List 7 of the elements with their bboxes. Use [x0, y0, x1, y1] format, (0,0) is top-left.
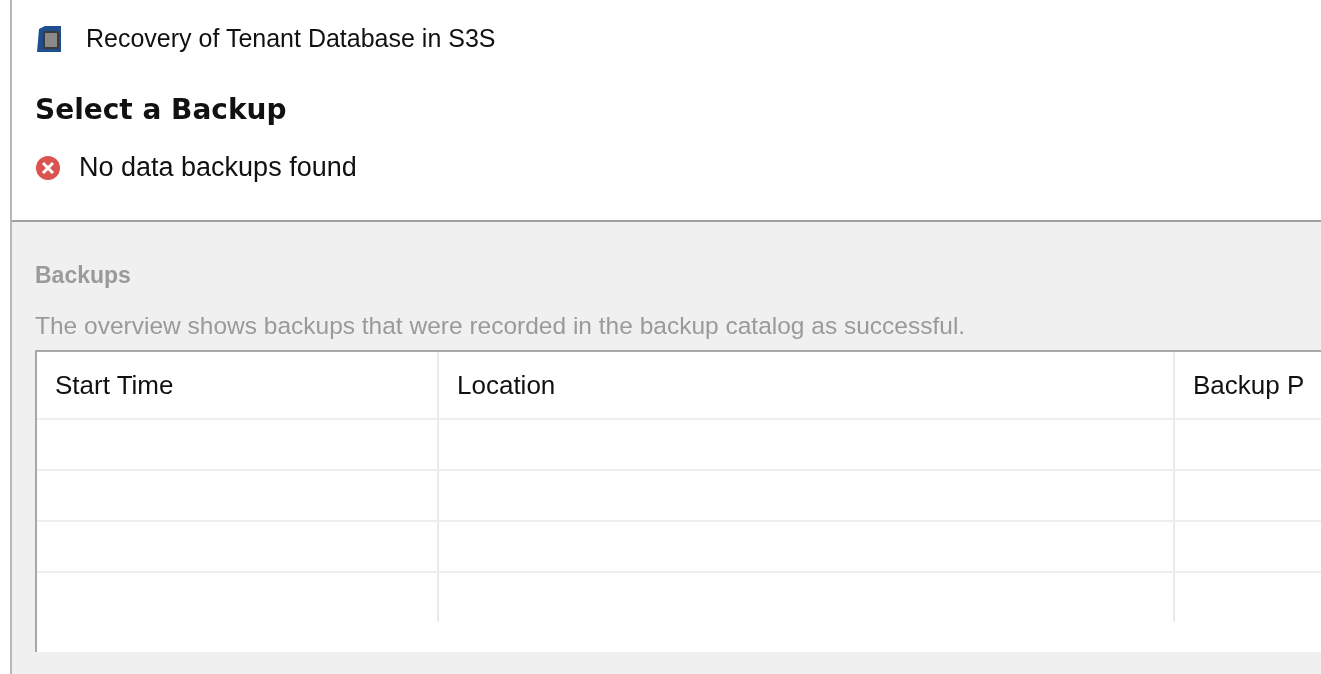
section-title: Backups — [35, 262, 131, 289]
page-heading: Select a Backup — [35, 93, 288, 126]
window-title: Recovery of Tenant Database in S3S — [86, 24, 496, 53]
app-icon — [35, 24, 61, 53]
section-description: The overview shows backups that were recorded in the backup catalog as successful. — [35, 312, 966, 340]
status-message: No data backups found — [79, 152, 357, 183]
error-icon — [35, 154, 61, 181]
